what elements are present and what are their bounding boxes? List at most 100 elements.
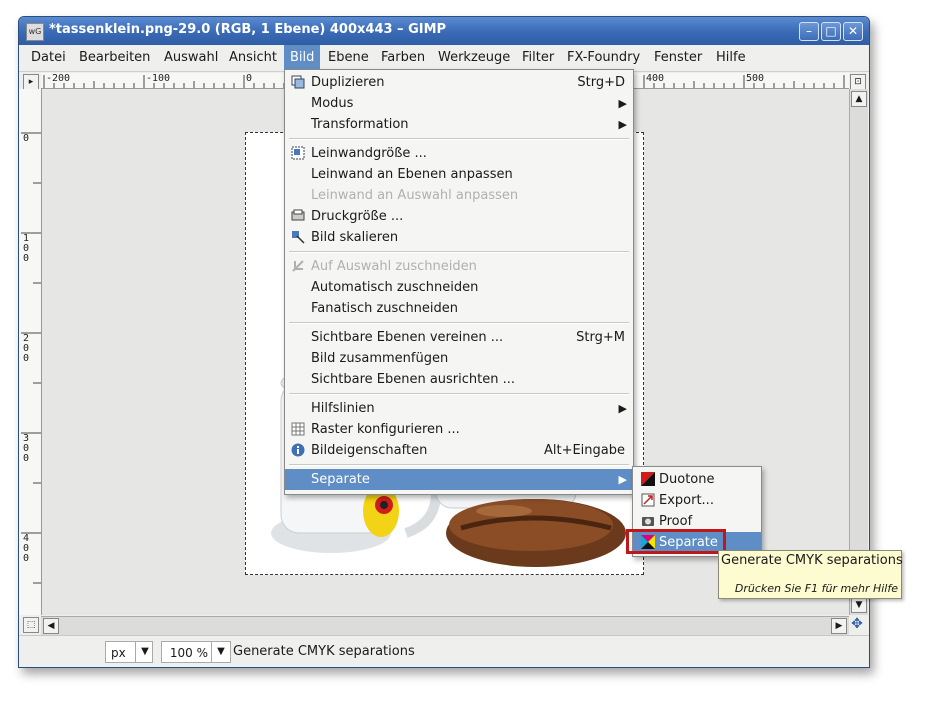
menu-item-label: Bildeigenschaften (311, 443, 428, 458)
menu-item-leinwandgroesse[interactable]: Leinwandgröße ... (285, 143, 633, 164)
menu-item-label: Modus (311, 96, 354, 111)
zoom-dropdown-arrow-icon[interactable]: ▼ (211, 642, 230, 662)
menu-item-label: Leinwand an Ebenen anpassen (311, 167, 513, 182)
menu-item-label: Bild zusammenfügen (311, 351, 449, 366)
unit-dropdown-arrow-icon[interactable]: ▼ (135, 642, 154, 662)
bild-menu: Duplizieren Strg+D Modus ▶ Transformatio… (284, 69, 634, 495)
menu-item-transformation[interactable]: Transformation ▶ (285, 114, 633, 135)
menu-item-druckgroesse[interactable]: Druckgröße ... (285, 206, 633, 227)
menu-item-accelerator: Strg+M (576, 330, 625, 345)
menu-item-raster-konfigurieren[interactable]: Raster konfigurieren ... (285, 419, 633, 440)
quick-mask-menu-icon[interactable]: ▸ (23, 74, 39, 90)
ruler-label: 500 (746, 73, 765, 84)
ruler-label: 400 (646, 73, 665, 84)
menu-item-accelerator: Strg+D (577, 75, 625, 90)
minimize-button[interactable]: – (799, 22, 819, 41)
vertical-ruler[interactable]: 0 1 0 0 2 0 0 3 0 0 4 0 0 (19, 89, 42, 615)
menu-item-hilfslinien[interactable]: Hilfslinien ▶ (285, 398, 633, 419)
highlight-annotation-box (626, 529, 726, 554)
menu-auswahl[interactable]: Auswahl (158, 45, 224, 71)
window-title: *tassenklein.png-29.0 (RGB, 1 Ebene) 400… (49, 22, 447, 37)
tooltip-help-hint: Drücken Sie F1 für mehr Hilfe (734, 582, 898, 595)
submenu-arrow-icon: ▶ (618, 473, 627, 486)
menu-item-label: Leinwandgröße ... (311, 146, 427, 161)
menu-item-duplizieren[interactable]: Duplizieren Strg+D (285, 72, 633, 93)
ruler-label: 3 0 0 (23, 433, 30, 464)
quick-mask-toggle-icon[interactable]: ⬚ (23, 617, 39, 633)
menu-separator (289, 138, 629, 140)
menu-item-label: Duplizieren (311, 75, 385, 90)
menu-item-label: Raster konfigurieren ... (311, 422, 460, 437)
menu-item-sichtbare-ebenen-vereinen[interactable]: Sichtbare Ebenen vereinen ... Strg+M (285, 327, 633, 348)
menu-separator (289, 393, 629, 395)
ruler-label: 0 (246, 73, 253, 84)
menu-item-auf-auswahl-zuschneiden: Auf Auswahl zuschneiden (285, 256, 633, 277)
menu-filter[interactable]: Filter (516, 45, 560, 71)
crop-icon (291, 259, 305, 273)
menu-bar: Datei Bearbeiten Auswahl Ansicht Bild Eb… (19, 45, 869, 72)
menu-ansicht[interactable]: Ansicht (223, 45, 283, 71)
vertical-scrollbar[interactable]: ▲ ▼ (849, 89, 868, 615)
menu-separator (289, 322, 629, 324)
zoom-fit-icon[interactable]: ⊡ (850, 74, 866, 90)
menu-item-accelerator: Alt+Eingabe (543, 443, 625, 458)
duotone-icon (641, 472, 655, 486)
menu-item-modus[interactable]: Modus ▶ (285, 93, 633, 114)
menu-werkzeuge[interactable]: Werkzeuge (432, 45, 516, 71)
menu-item-label: Fanatisch zuschneiden (311, 301, 459, 316)
menu-separator (289, 251, 629, 253)
close-button[interactable]: ✕ (843, 22, 863, 41)
menu-item-label: Druckgröße ... (311, 209, 404, 224)
menu-bearbeiten[interactable]: Bearbeiten (73, 45, 156, 71)
menu-hilfe[interactable]: Hilfe (710, 45, 752, 71)
menu-separator (289, 464, 629, 466)
menu-item-label: Automatisch zuschneiden (311, 280, 479, 295)
scroll-right-arrow-icon[interactable]: ▶ (831, 618, 847, 634)
submenu-arrow-icon: ▶ (618, 97, 627, 110)
navigate-icon[interactable]: ✥ (850, 617, 864, 631)
menu-fx-foundry[interactable]: FX-Foundry (561, 45, 646, 71)
menu-item-label: Transformation (311, 117, 409, 132)
submenu-item-duotone[interactable]: Duotone (633, 469, 761, 490)
submenu-item-export[interactable]: Export... (633, 490, 761, 511)
menu-item-leinwand-an-auswahl: Leinwand an Auswahl anpassen (285, 185, 633, 206)
menu-farben[interactable]: Farben (375, 45, 431, 71)
scroll-up-arrow-icon[interactable]: ▲ (851, 91, 867, 107)
menu-bild[interactable]: Bild (284, 45, 321, 71)
print-size-icon (291, 209, 305, 223)
menu-item-bild-skalieren[interactable]: Bild skalieren (285, 227, 633, 248)
menu-item-label: Sichtbare Ebenen vereinen ... (311, 330, 504, 345)
status-bar: px ▼ 100 % ▼ Generate CMYK separations (19, 635, 869, 667)
export-icon (641, 493, 655, 507)
menu-item-automatisch-zuschneiden[interactable]: Automatisch zuschneiden (285, 277, 633, 298)
ruler-label: -100 (146, 73, 171, 84)
menu-item-sichtbare-ebenen-ausrichten[interactable]: Sichtbare Ebenen ausrichten ... (285, 369, 633, 390)
menu-item-separate[interactable]: Separate ▶ (285, 469, 633, 490)
menu-fenster[interactable]: Fenster (648, 45, 708, 71)
menu-item-bild-zusammenfuegen[interactable]: Bild zusammenfügen (285, 348, 633, 369)
menu-item-bildeigenschaften[interactable]: Bildeigenschaften Alt+Eingabe (285, 440, 633, 461)
submenu-arrow-icon: ▶ (618, 118, 627, 131)
horizontal-scrollbar[interactable]: ◀ ▶ (41, 616, 849, 635)
scroll-down-arrow-icon[interactable]: ▼ (851, 597, 867, 613)
canvas-size-icon (291, 146, 305, 160)
menu-item-label: Bild skalieren (311, 230, 399, 245)
menu-item-label: Leinwand an Auswahl anpassen (311, 188, 519, 203)
menu-datei[interactable]: Datei (25, 45, 72, 71)
proof-icon (641, 514, 655, 528)
menu-item-label: Hilfslinien (311, 401, 375, 416)
menu-item-label: Auf Auswahl zuschneiden (311, 259, 477, 274)
scroll-left-arrow-icon[interactable]: ◀ (43, 618, 59, 634)
maximize-button[interactable]: □ (821, 22, 841, 41)
tooltip: Generate CMYK separations Drücken Sie F1… (718, 550, 903, 599)
ruler-label: 4 0 0 (23, 533, 30, 564)
menu-item-leinwand-an-ebenen[interactable]: Leinwand an Ebenen anpassen (285, 164, 633, 185)
ruler-label: 2 0 0 (23, 333, 30, 364)
title-bar: wG *tassenklein.png-29.0 (RGB, 1 Ebene) … (19, 17, 869, 45)
submenu-item-label: Duotone (659, 472, 715, 487)
menu-item-fanatisch-zuschneiden[interactable]: Fanatisch zuschneiden (285, 298, 633, 319)
tooltip-text: Generate CMYK separations (721, 553, 903, 568)
menu-ebene[interactable]: Ebene (322, 45, 375, 71)
submenu-item-label: Export... (659, 493, 714, 508)
ruler-label: 1 0 0 (23, 233, 30, 264)
